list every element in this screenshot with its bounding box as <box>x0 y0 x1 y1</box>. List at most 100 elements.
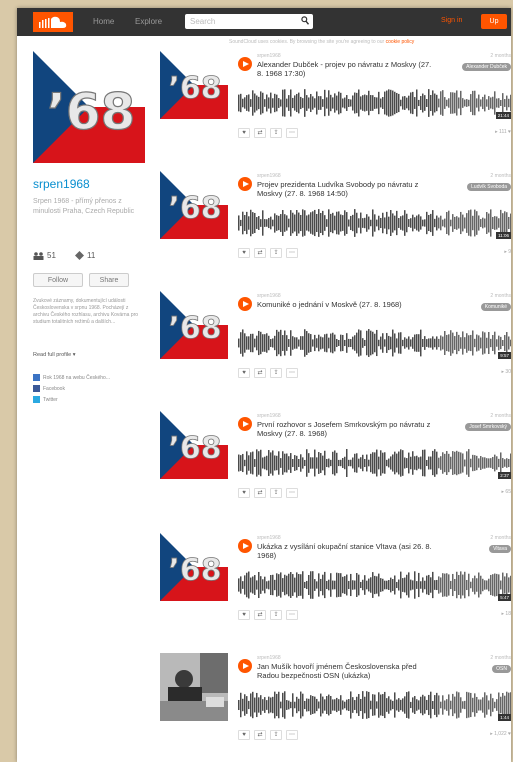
cookie-policy-link[interactable]: cookie policy <box>386 39 415 45</box>
repost-icon[interactable]: ⇄ <box>254 730 266 740</box>
track-uploader[interactable]: srpen1968 <box>257 293 281 299</box>
repost-icon[interactable]: ⇄ <box>254 610 266 620</box>
following-icon <box>75 251 84 260</box>
more-icon[interactable]: ⋯ <box>286 488 298 498</box>
track-tag[interactable]: OSN <box>492 665 511 673</box>
track-artwork-text: ’68 <box>168 311 221 346</box>
track-tag[interactable]: Vltava <box>489 545 511 553</box>
track-thumbnail[interactable]: ’68 <box>160 411 228 479</box>
sign-in-link[interactable]: Sign in <box>441 17 462 24</box>
track-title[interactable]: Projev prezidenta Ludvíka Svobody po náv… <box>257 180 437 198</box>
track-uploader[interactable]: srpen1968 <box>257 535 281 541</box>
play-button[interactable] <box>238 659 252 673</box>
track-thumbnail[interactable]: ’68 <box>160 291 228 359</box>
repost-icon[interactable]: ⇄ <box>254 368 266 378</box>
track-artwork-text: ’68 <box>168 431 221 466</box>
share-button[interactable]: Share <box>89 273 129 287</box>
track-actions: ♥ ⇄ ⇪ ⋯ <box>238 610 298 620</box>
search-input[interactable]: Search <box>185 14 313 29</box>
track-duration: 5:47 <box>498 594 511 601</box>
track-thumbnail[interactable]: ’68 <box>160 171 228 239</box>
track-title[interactable]: Alexander Dubček - projev po návratu z M… <box>257 60 437 78</box>
track-thumbnail[interactable]: ’68 <box>160 533 228 601</box>
track-tag[interactable]: Komuniké <box>480 303 511 311</box>
header-bar: Home Explore Search Sign in Up <box>17 8 511 36</box>
track-title[interactable]: Jan Mušík hovoří jménem Československa p… <box>257 662 437 680</box>
track-artwork: ’68 <box>160 411 228 479</box>
like-icon[interactable]: ♥ <box>238 488 250 498</box>
more-icon[interactable]: ⋯ <box>286 248 298 258</box>
facebook-icon <box>33 385 40 392</box>
track-uploader[interactable]: srpen1968 <box>257 655 281 661</box>
facebook-link[interactable]: Facebook <box>33 385 153 392</box>
track-age: 2 months <box>490 173 511 179</box>
track-thumbnail[interactable]: ’68 <box>160 51 228 119</box>
share-icon[interactable]: ⇪ <box>270 730 282 740</box>
share-icon[interactable]: ⇪ <box>270 610 282 620</box>
read-full-profile-link[interactable]: Read full profile ▾ <box>33 352 76 358</box>
like-icon[interactable]: ♥ <box>238 248 250 258</box>
share-icon[interactable]: ⇪ <box>270 368 282 378</box>
track-uploader[interactable]: srpen1968 <box>257 173 281 179</box>
track-age: 2 months <box>490 293 511 299</box>
track-actions: ♥ ⇄ ⇪ ⋯ <box>238 488 298 498</box>
search-placeholder: Search <box>190 17 216 26</box>
nav-home[interactable]: Home <box>93 17 114 26</box>
search-icon[interactable] <box>301 16 309 25</box>
nav-explore[interactable]: Explore <box>135 17 162 26</box>
play-button[interactable] <box>238 177 252 191</box>
follow-button[interactable]: Follow <box>33 273 83 287</box>
track-duration: 9:57 <box>498 352 511 359</box>
play-button[interactable] <box>238 539 252 553</box>
repost-icon[interactable]: ⇄ <box>254 128 266 138</box>
like-icon[interactable]: ♥ <box>238 128 250 138</box>
following-count[interactable]: 11 <box>75 251 95 260</box>
waveform[interactable]: 2:37 <box>238 447 511 479</box>
track-actions: ♥ ⇄ ⇪ ⋯ <box>238 368 298 378</box>
track-thumbnail[interactable] <box>160 653 228 721</box>
track-title[interactable]: První rozhovor s Josefem Smrkovským po n… <box>257 420 437 438</box>
track-tag[interactable]: Alexander Dubček <box>462 63 511 71</box>
like-icon[interactable]: ♥ <box>238 730 250 740</box>
track-title[interactable]: Komuniké o jednání v Moskvě (27. 8. 1968… <box>257 300 437 309</box>
track-play-count: ▸ 65 <box>501 489 511 495</box>
track-item: ’68 srpen1968 2 months Projev prezidenta… <box>160 171 511 277</box>
track-uploader[interactable]: srpen1968 <box>257 53 281 59</box>
followers-count[interactable]: 51 <box>33 251 56 260</box>
profile-about: Zvukové záznamy, dokumentující události … <box>33 298 139 325</box>
track-play-count: ▸ 9 <box>504 249 511 255</box>
more-icon[interactable]: ⋯ <box>286 730 298 740</box>
repost-icon[interactable]: ⇄ <box>254 248 266 258</box>
more-icon[interactable]: ⋯ <box>286 610 298 620</box>
like-icon[interactable]: ♥ <box>238 610 250 620</box>
like-icon[interactable]: ♥ <box>238 368 250 378</box>
web-link[interactable]: Rok 1968 na webu Českého... <box>33 374 153 381</box>
track-title[interactable]: Ukázka z vysílání okupační stanice Vltav… <box>257 542 437 560</box>
play-button[interactable] <box>238 417 252 431</box>
repost-icon[interactable]: ⇄ <box>254 488 266 498</box>
followers-value: 51 <box>47 251 56 260</box>
share-icon[interactable]: ⇪ <box>270 248 282 258</box>
waveform[interactable]: 21:44 <box>238 87 511 119</box>
waveform[interactable]: 5:47 <box>238 569 511 601</box>
more-icon[interactable]: ⋯ <box>286 128 298 138</box>
profile-links: Rok 1968 na webu Českého... Facebook Twi… <box>33 374 153 407</box>
track-item: ’68 srpen1968 2 months První rozhovor s … <box>160 411 511 517</box>
track-tag[interactable]: Ludvík Svoboda <box>467 183 511 191</box>
waveform[interactable]: 1:44 <box>238 689 511 721</box>
track-age: 2 months <box>490 655 511 661</box>
share-icon[interactable]: ⇪ <box>270 128 282 138</box>
track-uploader[interactable]: srpen1968 <box>257 413 281 419</box>
waveform[interactable]: 9:57 <box>238 327 511 359</box>
sign-up-button[interactable]: Up <box>481 14 507 29</box>
play-button[interactable] <box>238 57 252 71</box>
profile-name[interactable]: srpen1968 <box>33 177 90 191</box>
twitter-link[interactable]: Twitter <box>33 396 153 403</box>
track-tag[interactable]: Josef Smrkovský <box>465 423 511 431</box>
waveform[interactable]: 11:06 <box>238 207 511 239</box>
track-play-count: ▸ 18 <box>501 611 511 617</box>
soundcloud-logo[interactable] <box>33 12 73 32</box>
more-icon[interactable]: ⋯ <box>286 368 298 378</box>
play-button[interactable] <box>238 297 252 311</box>
share-icon[interactable]: ⇪ <box>270 488 282 498</box>
